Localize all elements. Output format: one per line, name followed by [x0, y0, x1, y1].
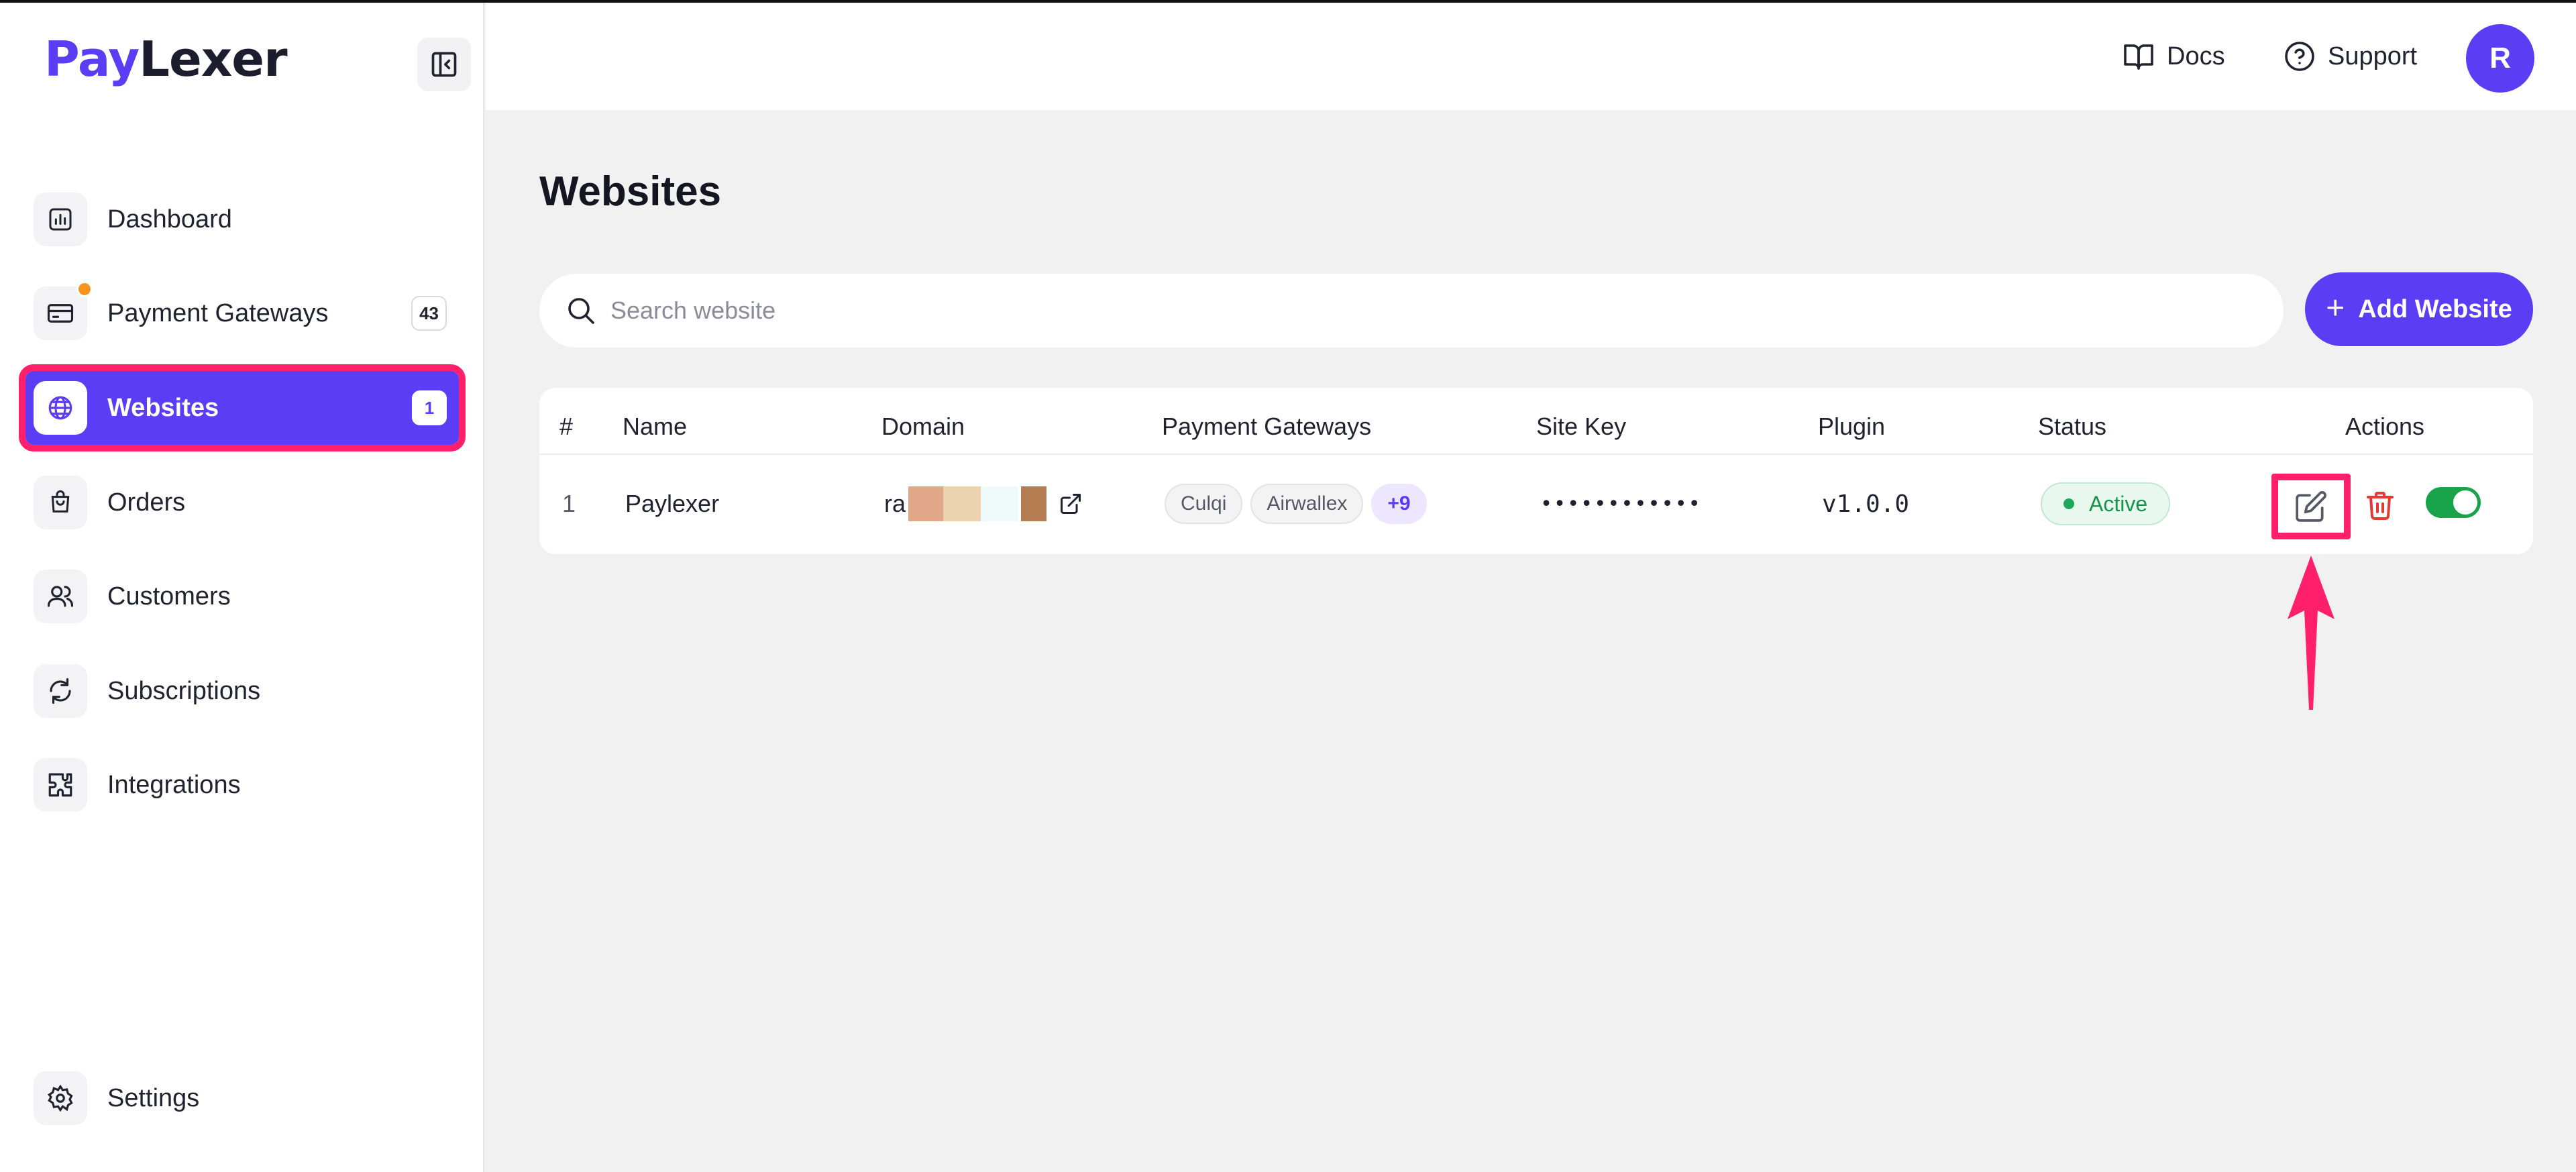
sidebar-item-label: Websites: [107, 393, 219, 422]
column-header-status: Status: [2038, 413, 2107, 440]
window-top-border: [0, 0, 2576, 3]
column-header-site-key: Site Key: [1536, 413, 1627, 440]
website-active-toggle[interactable]: [2426, 487, 2481, 518]
sidebar-item-label: Integrations: [107, 770, 241, 799]
websites-table: # Name Domain Payment Gateways Site Key …: [539, 388, 2533, 554]
docs-link[interactable]: Docs: [2123, 35, 2225, 78]
sidebar-item-settings[interactable]: Settings: [25, 1061, 459, 1135]
status-cell: Active: [2041, 454, 2171, 554]
gateway-chip: Airwallex: [1250, 484, 1364, 524]
chart-icon: [34, 193, 87, 246]
plugin-version: v1.0.0: [1822, 490, 1910, 518]
sidebar-item-orders[interactable]: Orders: [25, 466, 459, 539]
edit-button[interactable]: [2271, 474, 2351, 539]
sidebar-collapse-button[interactable]: [417, 38, 471, 91]
search-input[interactable]: [610, 297, 2220, 325]
site-key-masked: ••••••••••••: [1540, 492, 1702, 516]
search-bar[interactable]: [539, 274, 2284, 348]
sidebar-item-label: Orders: [107, 488, 186, 517]
column-header-domain: Domain: [881, 413, 965, 440]
delete-button[interactable]: [2360, 483, 2400, 527]
puzzle-icon: [34, 758, 87, 812]
sidebar-item-label: Dashboard: [107, 205, 232, 233]
annotation-arrow-icon: [2288, 555, 2334, 710]
domain-text: ra: [884, 490, 906, 517]
help-circle-icon: [2285, 42, 2314, 71]
sidebar-item-label: Subscriptions: [107, 676, 261, 705]
search-icon: [568, 298, 594, 324]
sidebar-item-label: Customers: [107, 582, 231, 610]
edit-icon: [2296, 491, 2326, 522]
sidebar-item-payment-gateways[interactable]: Payment Gateways 43: [25, 276, 459, 350]
gear-icon: [34, 1071, 87, 1125]
status-badge: Active: [2041, 482, 2171, 525]
notification-dot: [76, 281, 93, 297]
website-domain: ra: [884, 454, 1083, 554]
sidebar: PayLexer Dashboard Payment Gateways 43 W…: [0, 0, 484, 1172]
status-dot: [2063, 498, 2074, 509]
support-link[interactable]: Support: [2284, 35, 2417, 78]
card-icon: [34, 281, 93, 340]
row-index: 1: [562, 490, 576, 517]
more-gateways-chip[interactable]: +9: [1371, 484, 1427, 524]
book-icon: [2124, 44, 2153, 70]
sidebar-item-customers[interactable]: Customers: [25, 560, 459, 633]
count-badge: 43: [411, 296, 447, 331]
column-header-actions: Actions: [2345, 413, 2425, 440]
redacted-domain: [908, 486, 1047, 521]
header-divider: [539, 454, 2533, 455]
trash-icon: [2367, 492, 2394, 520]
external-link-icon[interactable]: [1059, 492, 1083, 516]
column-header-index: #: [559, 413, 574, 440]
refresh-icon: [34, 664, 87, 718]
gateway-chips: Culqi Airwallex +9: [1165, 454, 1435, 554]
page-title: Websites: [539, 168, 722, 215]
paylexer-logo[interactable]: PayLexer: [44, 31, 288, 87]
plus-icon: +: [2326, 290, 2345, 326]
sidebar-item-websites[interactable]: Websites 1: [19, 364, 466, 451]
sidebar-item-label: Settings: [107, 1083, 200, 1112]
panel-collapse-icon: [431, 52, 457, 77]
users-icon: [34, 570, 87, 623]
toggle-knob: [2453, 490, 2477, 515]
column-header-name: Name: [623, 413, 688, 440]
user-avatar[interactable]: R: [2466, 24, 2534, 93]
website-name: Paylexer: [625, 490, 720, 517]
add-website-button[interactable]: + Add Website: [2305, 272, 2533, 346]
column-header-plugin: Plugin: [1818, 413, 1886, 440]
column-header-payment-gateways: Payment Gateways: [1162, 413, 1372, 440]
sidebar-item-integrations[interactable]: Integrations: [25, 748, 459, 822]
count-badge: 1: [412, 390, 447, 425]
sidebar-item-dashboard[interactable]: Dashboard: [25, 182, 459, 256]
bag-icon: [34, 476, 87, 529]
gateway-chip: Culqi: [1165, 484, 1243, 524]
globe-icon: [34, 381, 87, 435]
top-header: Docs Support: [486, 0, 2576, 110]
sidebar-item-label: Payment Gateways: [107, 299, 329, 327]
sidebar-item-subscriptions[interactable]: Subscriptions: [25, 654, 459, 728]
